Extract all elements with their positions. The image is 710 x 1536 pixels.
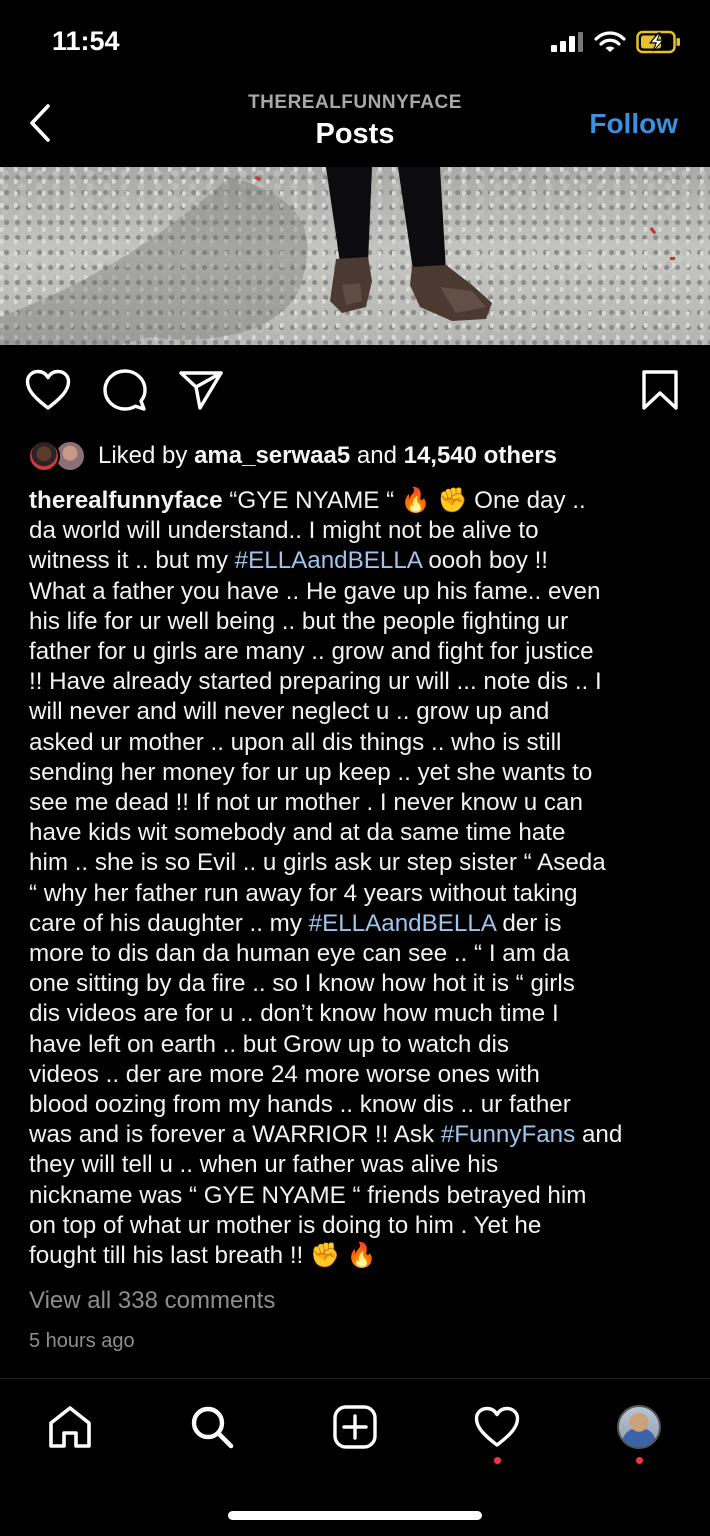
nav-profile[interactable] [609, 1399, 669, 1455]
plus-square-icon [333, 1405, 377, 1449]
fire-emoji: 🔥 [346, 1242, 377, 1270]
save-button[interactable] [636, 368, 684, 412]
likes-count[interactable]: 14,540 others [404, 442, 557, 469]
follow-button[interactable]: Follow [589, 108, 678, 140]
heart-icon [25, 369, 71, 410]
activity-notification-dot [494, 1457, 501, 1464]
status-icons [550, 30, 682, 54]
search-icon [191, 1406, 234, 1449]
cellular-signal-icon [551, 32, 583, 52]
caption-username[interactable]: therealfunnyface [29, 487, 223, 514]
battery-charging-icon [636, 30, 680, 54]
raised-fist-emoji: ✊ [310, 1242, 340, 1270]
avatar [617, 1405, 661, 1449]
home-indicator[interactable] [228, 1511, 482, 1520]
liker-avatars [28, 438, 90, 474]
wifi-icon [594, 31, 626, 52]
status-time: 11:54 [52, 26, 120, 56]
view-comments-link[interactable]: View all 338 comments [29, 1287, 275, 1315]
hashtag-link[interactable]: #ELLAandBELLA [235, 547, 422, 574]
hashtag-link[interactable]: #FunnyFans [441, 1121, 575, 1148]
hashtag-link[interactable]: #ELLAandBELLA [309, 910, 496, 937]
like-button[interactable] [24, 368, 72, 412]
raised-fist-emoji: ✊ [437, 487, 468, 514]
likes-row[interactable]: Liked by ama_serwaa5 and 14,540 others [28, 436, 557, 476]
likes-text: Liked by ama_serwaa5 and 14,540 others [98, 442, 558, 469]
comment-button[interactable] [101, 368, 149, 412]
paper-plane-icon [179, 371, 223, 410]
header: THEREALFUNNYFACE Posts Follow [0, 88, 710, 167]
fire-emoji: 🔥 [400, 487, 431, 514]
comment-bubble-icon [103, 369, 147, 411]
post-photo [0, 167, 675, 345]
heart-icon [474, 1406, 520, 1447]
post-timestamp: 5 hours ago [29, 1330, 135, 1352]
home-icon [49, 1406, 91, 1448]
nav-home[interactable] [40, 1399, 100, 1455]
liker-username[interactable]: ama_serwaa5 [194, 442, 350, 469]
share-button[interactable] [177, 368, 225, 412]
post-image[interactable] [0, 167, 710, 345]
profile-notification-dot [636, 1457, 643, 1464]
post-caption: therealfunnyface “GYE NYAME “ 🔥 ✊ One da… [29, 487, 623, 1270]
nav-activity[interactable] [467, 1399, 527, 1455]
post-actions [0, 360, 710, 420]
nav-create[interactable] [325, 1399, 385, 1455]
bookmark-icon [642, 370, 678, 410]
avatar [28, 440, 60, 472]
status-bar: 11:54 [0, 0, 710, 88]
nav-search[interactable] [182, 1399, 242, 1455]
